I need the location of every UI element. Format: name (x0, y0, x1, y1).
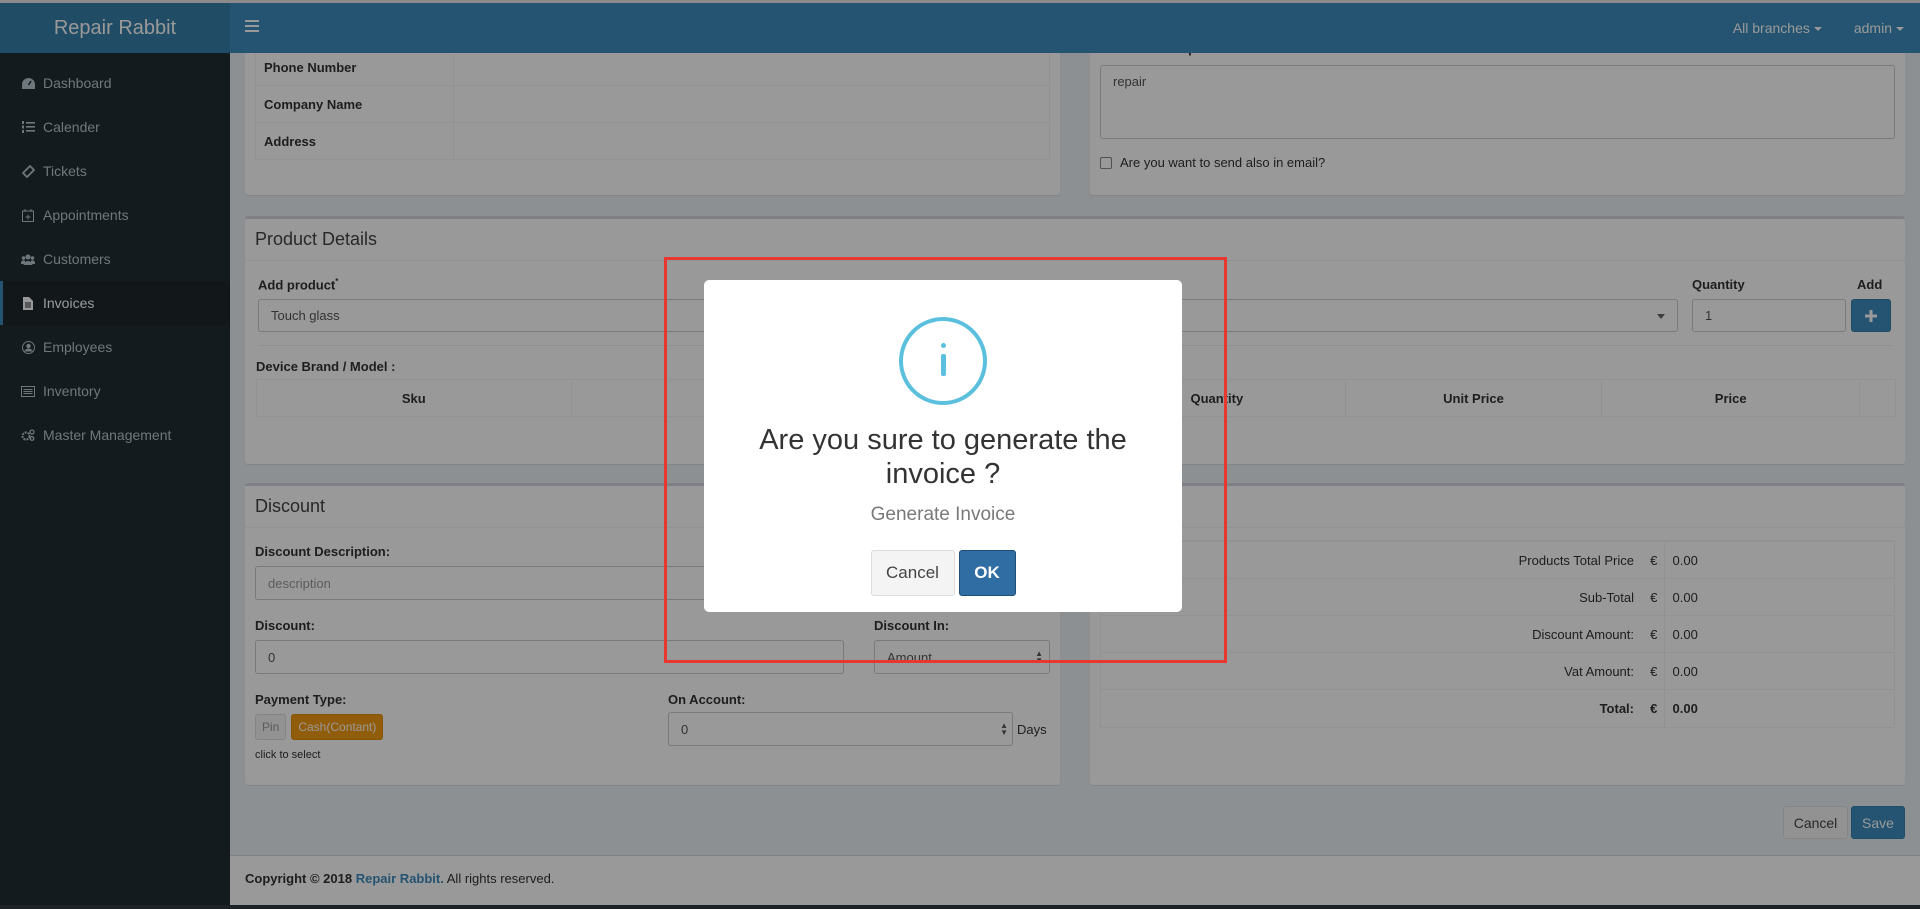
confirm-dialog: Are you sure to generate the invoice ? G… (704, 280, 1182, 612)
dialog-cancel-label: Cancel (886, 563, 939, 582)
dialog-cancel-button[interactable]: Cancel (870, 550, 955, 596)
dialog-text: Generate Invoice (870, 504, 1016, 525)
dialog-ok-button[interactable]: OK (958, 550, 1016, 596)
dialog-buttons: Cancel OK (704, 550, 1182, 596)
info-icon (899, 317, 987, 405)
dialog-title: Are you sure to generate the invoice ? (759, 424, 1127, 490)
dialog-ok-label: OK (974, 563, 1000, 582)
